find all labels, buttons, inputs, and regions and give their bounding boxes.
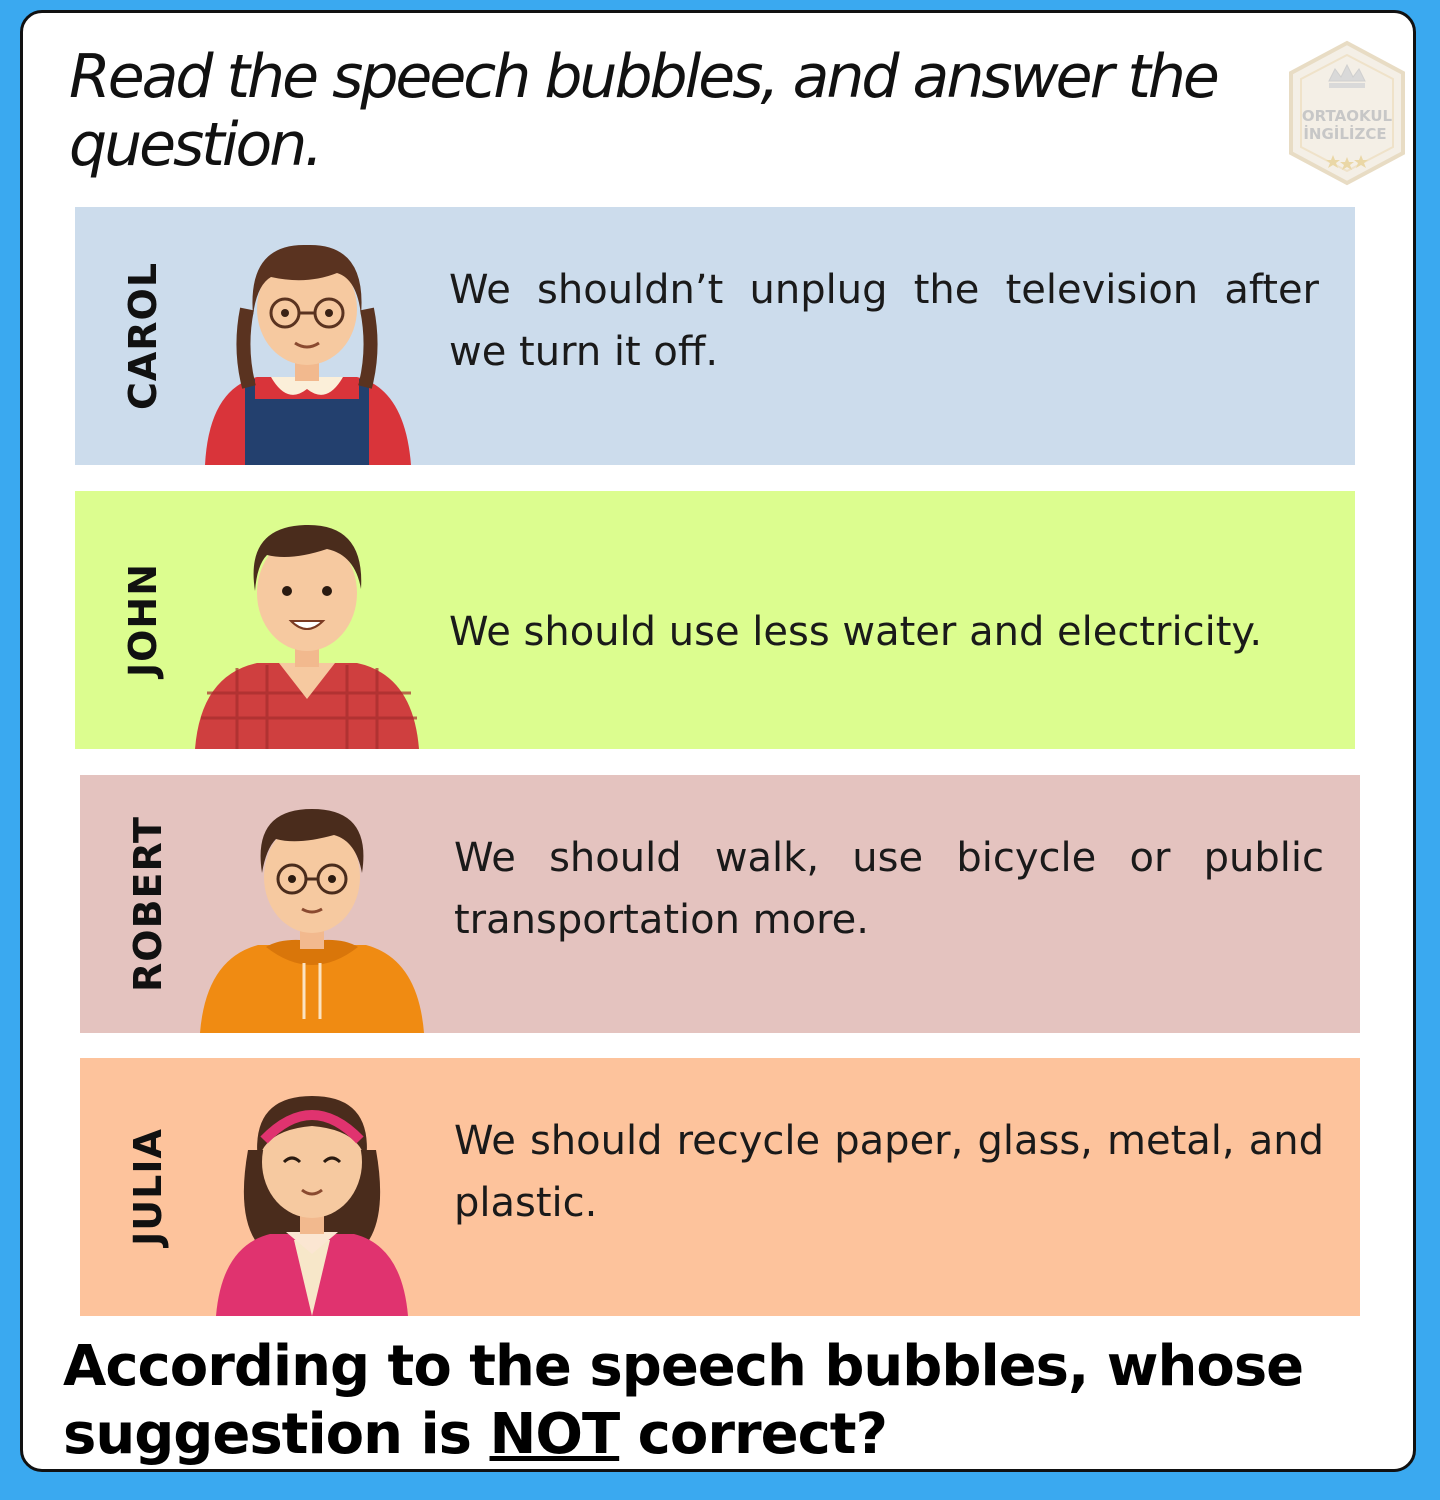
question-text: According to the speech bubbles, whose s… bbox=[63, 1334, 1304, 1467]
ortaokul-ingilizce-logo: ORTAOKUL İNGİLİZCE bbox=[1289, 40, 1405, 186]
speaker-name: CAROL bbox=[121, 261, 165, 411]
svg-text:ORTAOKUL: ORTAOKUL bbox=[1302, 107, 1393, 125]
svg-text:İNGİLİZCE: İNGİLİZCE bbox=[1303, 124, 1386, 143]
speaker-name: ROBERT bbox=[126, 816, 170, 992]
speech-text: We shouldn’t unplug the television after… bbox=[449, 267, 1319, 375]
speech-row-john: JOHN We should use less water and electr… bbox=[75, 491, 1355, 749]
worksheet-card: Read the speech bubbles, and answer the … bbox=[20, 10, 1416, 1472]
julia-avatar bbox=[216, 1096, 408, 1316]
speaker-name: JULIA bbox=[126, 1128, 170, 1246]
speech-text: We should use less water and electricity… bbox=[449, 609, 1263, 655]
instruction-title: Read the speech bubbles, and answer the … bbox=[69, 42, 1220, 180]
speech-row-carol: CAROL We shouldn’t unplug the television… bbox=[75, 207, 1355, 465]
speech-row-julia: JULIA We should recycle paper, glass, me… bbox=[80, 1058, 1360, 1316]
robert-avatar bbox=[200, 809, 424, 1033]
speaker-name: JOHN bbox=[121, 562, 165, 678]
speech-text: We should walk, use bicycle or public tr… bbox=[454, 835, 1324, 943]
speech-row-robert: ROBERT We should walk, use bicycle or pu… bbox=[80, 775, 1360, 1033]
carol-avatar bbox=[205, 244, 411, 465]
john-avatar bbox=[195, 524, 419, 749]
speech-text: We should recycle paper, glass, metal, a… bbox=[454, 1118, 1324, 1226]
not-emphasis: NOT bbox=[489, 1402, 621, 1467]
